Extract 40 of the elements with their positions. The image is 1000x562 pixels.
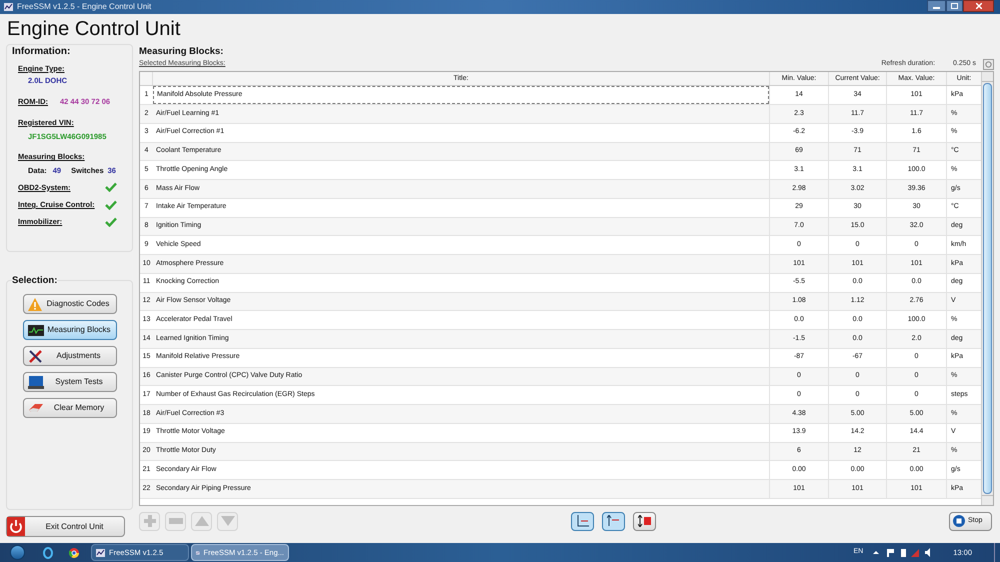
stop-icon bbox=[953, 515, 965, 528]
monitor-icon bbox=[28, 324, 44, 336]
refresh-icon bbox=[985, 60, 992, 68]
close-button[interactable] bbox=[963, 0, 994, 12]
eraser-icon bbox=[28, 402, 44, 414]
minimize-button[interactable] bbox=[927, 0, 946, 12]
minus-icon bbox=[168, 518, 182, 524]
min-value-icon bbox=[576, 515, 590, 528]
down-arrow-icon bbox=[220, 516, 234, 526]
warning-icon bbox=[28, 298, 42, 311]
selection-button[interactable]: Adjustments bbox=[22, 346, 116, 366]
browser-icon[interactable] bbox=[43, 546, 53, 558]
panel-title: Information: bbox=[12, 45, 72, 59]
selection-button[interactable]: Clear Memory bbox=[22, 398, 116, 418]
laptop-icon bbox=[28, 376, 44, 389]
max-value-icon bbox=[606, 515, 620, 528]
up-arrow-icon bbox=[194, 516, 208, 526]
close-icon bbox=[976, 3, 982, 9]
mode-button[interactable] bbox=[571, 512, 594, 531]
maximize-button[interactable] bbox=[946, 0, 963, 12]
mode-button[interactable] bbox=[633, 512, 656, 531]
chrome-icon[interactable] bbox=[69, 548, 79, 558]
plus-icon bbox=[142, 514, 156, 528]
reset-icon bbox=[638, 515, 652, 528]
selection-button[interactable]: Diagnostic Codes bbox=[22, 294, 116, 314]
app-icon bbox=[196, 548, 200, 556]
selection-button[interactable]: System Tests bbox=[22, 372, 116, 392]
section-title: Measuring Blocks: bbox=[139, 45, 224, 59]
power-icon bbox=[7, 517, 25, 536]
app-icon bbox=[96, 548, 105, 556]
selection-button[interactable]: Measuring Blocks bbox=[22, 320, 116, 340]
window-title: FreeSSM v1.2.5 - Engine Control Unit bbox=[17, 1, 152, 13]
exit-button[interactable]: Exit Control Unit bbox=[6, 516, 125, 537]
scrollbar[interactable] bbox=[981, 72, 993, 506]
page-heading: Engine Control Unit bbox=[7, 19, 180, 39]
tools-icon bbox=[28, 348, 42, 364]
mode-button[interactable] bbox=[602, 512, 625, 531]
refresh-button[interactable] bbox=[983, 58, 994, 70]
app-icon bbox=[4, 3, 13, 11]
start-button[interactable] bbox=[10, 545, 25, 560]
